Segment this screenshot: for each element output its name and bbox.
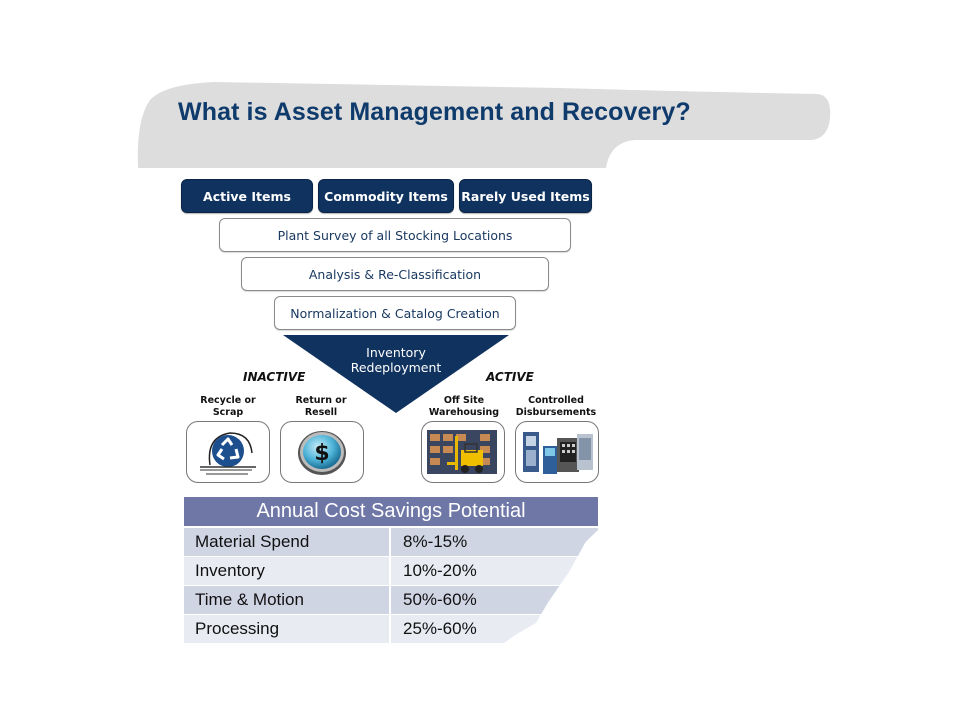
redeployment-line2: Redeployment [350, 360, 442, 375]
inactive-label: INACTIVE [243, 370, 306, 384]
recycle-icon [200, 432, 256, 475]
active-label: ACTIVE [486, 370, 534, 384]
row-category: Material Spend [184, 528, 391, 556]
table-row: Material Spend 8%-15% [184, 528, 598, 557]
row-category: Time & Motion [184, 586, 391, 614]
caption-line: Recycle or [200, 395, 256, 406]
caption-warehousing: Off Site Warehousing [414, 395, 514, 419]
controlled-disbursements-tile [515, 421, 599, 483]
table-row: Inventory 10%-20% [184, 557, 598, 586]
row-range: 8%-15% [403, 532, 468, 551]
row-range: 25%-60% [403, 619, 477, 638]
table-row: Processing 25%-60% [184, 615, 598, 644]
step-normalization: Normalization & Catalog Creation [274, 296, 516, 330]
caption-resell: Return or Resell [271, 395, 371, 419]
category-active-items: Active Items [181, 179, 313, 213]
table-row: Time & Motion 50%-60% [184, 586, 598, 615]
caption-line: Resell [304, 407, 338, 418]
row-range: 10%-20% [403, 561, 477, 580]
row-category: Processing [184, 615, 391, 643]
dollar-coin-icon: $ [298, 431, 346, 475]
page-title: What is Asset Management and Recovery? [178, 98, 691, 126]
step-plant-survey: Plant Survey of all Stocking Locations [219, 218, 571, 252]
redeployment-label: Inventory Redeployment [296, 345, 496, 375]
recycle-scrap-tile [186, 421, 270, 483]
offsite-warehousing-tile [421, 421, 505, 483]
caption-line: Off Site [443, 395, 485, 406]
caption-line: Warehousing [428, 407, 500, 418]
category-rarely-used-items: Rarely Used Items [459, 179, 592, 213]
savings-table-header: Annual Cost Savings Potential [184, 497, 598, 528]
forklift-warehouse-icon [427, 430, 497, 474]
category-commodity-items: Commodity Items [318, 179, 454, 213]
caption-recycle: Recycle or Scrap [178, 395, 278, 419]
step-analysis: Analysis & Re-Classification [241, 257, 549, 291]
caption-disbursements: Controlled Disbursements [506, 395, 606, 419]
return-resell-tile: $ [280, 421, 364, 483]
savings-table: Annual Cost Savings Potential Material S… [184, 497, 598, 647]
caption-line: Scrap [212, 407, 244, 418]
redeployment-line1: Inventory [366, 345, 426, 360]
svg-text:$: $ [314, 441, 329, 466]
row-category: Inventory [184, 557, 391, 585]
caption-line: Disbursements [515, 407, 597, 418]
caption-line: Return or [295, 395, 347, 406]
vending-machines-icon [523, 432, 593, 474]
caption-line: Controlled [528, 395, 584, 406]
row-range: 50%-60% [403, 590, 477, 609]
